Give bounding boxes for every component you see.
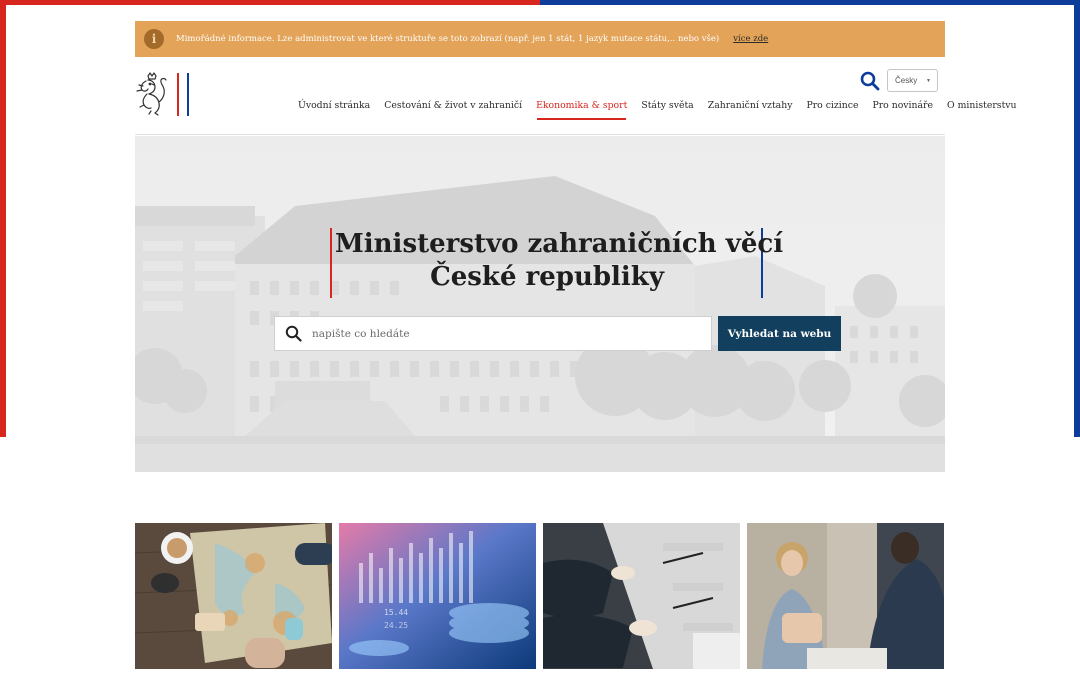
- svg-text:15.44: 15.44: [384, 608, 408, 617]
- alert-banner: i Mimořádné informace. Lze administrovat…: [135, 21, 945, 57]
- hero: Ministerstvo zahraničních věcí České rep…: [135, 136, 945, 472]
- search-icon: [285, 325, 302, 342]
- search-field[interactable]: [274, 316, 712, 351]
- search-input[interactable]: [312, 327, 692, 340]
- tile-finance[interactable]: 15.44 24.25: [339, 523, 536, 669]
- finance-chart-photo: 15.44 24.25: [339, 523, 536, 669]
- tile-conference[interactable]: [543, 523, 740, 669]
- alert-text: Mimořádné informace. Lze administrovat v…: [176, 34, 720, 44]
- tile-business[interactable]: [747, 523, 944, 669]
- title-red-stripe: [330, 228, 332, 298]
- page-title-line-2: České republiky: [430, 262, 664, 292]
- page-title: Ministerstvo zahraničních věcí České rep…: [335, 228, 784, 294]
- nav-item-countries[interactable]: Státy světa: [634, 98, 700, 120]
- conference-meeting-photo: [543, 523, 740, 669]
- nav-item-foreign-relations[interactable]: Zahraniční vztahy: [701, 98, 800, 120]
- frame-red-top: [0, 0, 540, 5]
- hero-overlay: [135, 136, 945, 472]
- lion-coat-of-arms-icon: [136, 72, 167, 116]
- logo-red-stripe: [177, 73, 179, 116]
- tiles: 15.44 24.25: [135, 523, 945, 669]
- main-nav: Úvodní stránka Cestování & život v zahra…: [291, 98, 1024, 120]
- tile-travel[interactable]: [135, 523, 332, 669]
- search-button[interactable]: Vyhledat na webu: [718, 316, 841, 351]
- frame-blue-right: [1074, 0, 1080, 437]
- language-select[interactable]: Česky ▼: [887, 69, 938, 92]
- frame-red-left: [0, 0, 6, 437]
- ministry-logo[interactable]: [134, 72, 194, 118]
- nav-item-foreigners[interactable]: Pro cizince: [799, 98, 865, 120]
- frame-blue-top: [540, 0, 1080, 5]
- nav-item-home[interactable]: Úvodní stránka: [291, 98, 377, 120]
- info-icon: i: [144, 29, 164, 49]
- nav-item-about[interactable]: O ministerstvu: [940, 98, 1024, 120]
- page-title-line-1: Ministerstvo zahraničních věcí: [335, 229, 784, 259]
- header-divider: [135, 134, 945, 135]
- business-discussion-photo: [747, 523, 944, 669]
- logo-blue-stripe: [187, 73, 189, 116]
- caret-down-icon: ▼: [926, 77, 931, 84]
- language-select-value: Česky: [895, 76, 918, 85]
- travel-map-photo: [135, 523, 332, 669]
- svg-text:24.25: 24.25: [384, 621, 408, 630]
- nav-item-journalists[interactable]: Pro novináře: [865, 98, 940, 120]
- nav-item-travel[interactable]: Cestování & život v zahraničí: [377, 98, 529, 120]
- nav-item-economy[interactable]: Ekonomika & sport: [529, 98, 634, 120]
- search-icon[interactable]: [860, 71, 880, 91]
- alert-more-link[interactable]: více zde: [733, 34, 768, 44]
